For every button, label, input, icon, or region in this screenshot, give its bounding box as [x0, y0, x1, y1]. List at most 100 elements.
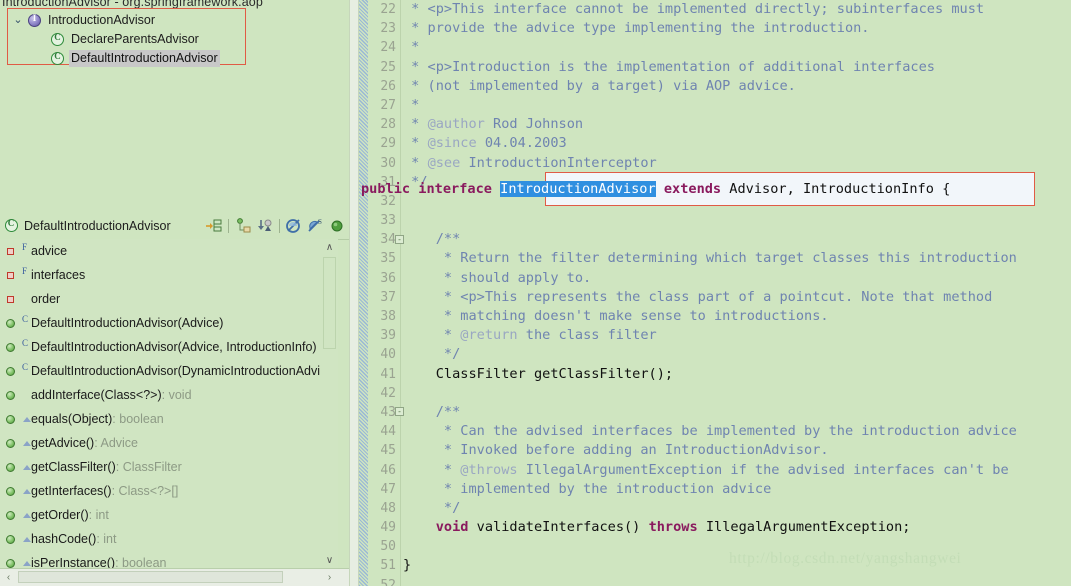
- method-icon: [4, 410, 22, 428]
- member-list-item[interactable]: CDefaultIntroductionAdvisor(Advice, Intr…: [0, 335, 338, 359]
- members-vertical-scrollbar[interactable]: ∧ ∨: [321, 239, 338, 569]
- member-list-item[interactable]: Finterfaces: [0, 263, 338, 287]
- hide-fields-icon[interactable]: [283, 215, 305, 237]
- member-name: hashCode(): [31, 532, 96, 546]
- member-list-item[interactable]: CDefaultIntroductionAdvisor(Advice): [0, 311, 338, 335]
- code-line: *: [401, 96, 1071, 115]
- show-inherited-members-icon[interactable]: [203, 215, 225, 237]
- code-token: * (not implemented by a target) via AOP …: [403, 78, 796, 94]
- line-number: 35: [368, 249, 400, 268]
- member-list-item[interactable]: getClassFilter() : ClassFilter: [0, 455, 338, 479]
- code-token: * <p>Introduction is the implementation …: [403, 59, 935, 75]
- member-list-item[interactable]: getOrder() : int: [0, 503, 338, 527]
- line-number: 49: [368, 518, 400, 537]
- member-type: : boolean: [112, 412, 163, 426]
- field-icon: [4, 290, 22, 308]
- method-icon: [4, 314, 22, 332]
- code-line: void validateInterfaces() throws Illegal…: [401, 518, 1071, 537]
- code-line: * @see IntroductionInterceptor: [401, 154, 1071, 173]
- code-line: [401, 211, 1071, 230]
- code-line: * should apply to.: [401, 269, 1071, 288]
- chevron-down-icon[interactable]: ⌄: [10, 11, 26, 30]
- overrides-marker-icon: [22, 506, 31, 524]
- code-token: [403, 519, 436, 535]
- code-token: *: [403, 327, 460, 343]
- code-token: *: [403, 116, 428, 132]
- code-line: *: [401, 38, 1071, 57]
- member-list-item[interactable]: order: [0, 287, 338, 311]
- panel-splitter[interactable]: [349, 0, 359, 586]
- code-token: IllegalArgumentException if the advised …: [518, 462, 1009, 478]
- code-token: void: [436, 519, 469, 535]
- member-list-item[interactable]: hashCode() : int: [0, 527, 338, 551]
- code-token: @throws: [460, 462, 517, 478]
- member-marker-spacer: [22, 386, 31, 404]
- hierarchy-row-label: DeclareParentsAdvisor: [69, 31, 201, 48]
- member-list-item[interactable]: Fadvice: [0, 239, 338, 263]
- code-token: ClassFilter getClassFilter();: [403, 366, 673, 382]
- line-number: 52: [368, 576, 400, 586]
- member-name: order: [31, 292, 60, 306]
- horizontal-scroll-thumb[interactable]: [18, 571, 283, 583]
- member-list-item[interactable]: isPerInstance() : boolean: [0, 551, 338, 569]
- line-number: 50: [368, 537, 400, 556]
- code-line: ClassFilter getClassFilter();: [401, 365, 1071, 384]
- code-editor[interactable]: 22232425262728293031323334-3536373839404…: [359, 0, 1071, 586]
- hierarchy-row[interactable]: DeclareParentsAdvisor: [10, 30, 201, 49]
- member-type: : Class<?>[]: [112, 484, 179, 498]
- scroll-left-icon[interactable]: ‹: [0, 569, 17, 585]
- line-number: 44: [368, 422, 400, 441]
- member-list-item[interactable]: equals(Object) : boolean: [0, 407, 338, 431]
- member-list-item[interactable]: addInterface(Class<?>) : void: [0, 383, 338, 407]
- scroll-down-icon[interactable]: ∨: [321, 552, 338, 569]
- selected-identifier[interactable]: IntroductionAdvisor: [500, 181, 656, 197]
- method-icon: [4, 530, 22, 548]
- scroll-right-icon[interactable]: ›: [321, 569, 338, 585]
- class-icon: [49, 50, 66, 67]
- editor-code-area[interactable]: * <p>This interface cannot be implemente…: [401, 0, 1071, 586]
- code-token: @author: [428, 116, 485, 132]
- code-line: * @author Rod Johnson: [401, 115, 1071, 134]
- hide-non-public-icon[interactable]: [327, 215, 349, 237]
- member-name: getOrder(): [31, 508, 89, 522]
- overrides-marker-icon: [22, 530, 31, 548]
- line-number: 37: [368, 288, 400, 307]
- code-line: [401, 576, 1071, 586]
- vertical-scroll-thumb[interactable]: [323, 257, 336, 349]
- watermark-text: http://blog.csdn.net/yangshangwei: [729, 550, 961, 568]
- hierarchy-row[interactable]: ⌄IntroductionAdvisor: [10, 11, 157, 30]
- scroll-up-icon[interactable]: ∧: [321, 239, 338, 256]
- code-token: * <p>This interface cannot be implemente…: [403, 1, 984, 17]
- member-list-item[interactable]: CDefaultIntroductionAdvisor(DynamicIntro…: [0, 359, 338, 383]
- members-horizontal-scrollbar[interactable]: ‹ ›: [0, 568, 355, 586]
- overrides-marker-icon: [22, 410, 31, 428]
- member-list-item[interactable]: getInterfaces() : Class<?>[]: [0, 479, 338, 503]
- sort-members-icon[interactable]: [232, 215, 254, 237]
- overrides-marker-icon: [22, 434, 31, 452]
- line-number: 36: [368, 269, 400, 288]
- interface-declaration-line[interactable]: public interface IntroductionAdvisor ext…: [359, 172, 950, 206]
- code-line: * Can the advised interfaces be implemen…: [401, 422, 1071, 441]
- members-list[interactable]: FadviceFinterfaces order CDefaultIntroduct…: [0, 239, 338, 569]
- method-icon: [4, 506, 22, 524]
- ide-window: IntroductionAdvisor - org.springframewor…: [0, 0, 1071, 586]
- method-icon: [4, 362, 22, 380]
- show-static-members-icon[interactable]: [254, 215, 276, 237]
- code-line: * provide the advice type implementing t…: [401, 19, 1071, 38]
- code-line: * <p>Introduction is the implementation …: [401, 58, 1071, 77]
- line-number: 34-: [368, 230, 400, 249]
- class-icon: [0, 219, 22, 232]
- method-icon: [4, 458, 22, 476]
- hierarchy-row-label: DefaultIntroductionAdvisor: [69, 50, 220, 67]
- code-line: */: [401, 499, 1071, 518]
- hierarchy-row[interactable]: DefaultIntroductionAdvisor: [10, 49, 220, 68]
- editor-line-number-gutter: 22232425262728293031323334-3536373839404…: [368, 0, 401, 586]
- code-line: * @throws IllegalArgumentException if th…: [401, 461, 1071, 480]
- code-token: @since: [428, 135, 477, 151]
- member-list-item[interactable]: getAdvice() : Advice: [0, 431, 338, 455]
- code-token: */: [403, 500, 460, 516]
- line-number: 51: [368, 556, 400, 575]
- code-token: * Can the advised interfaces be implemen…: [403, 423, 1017, 439]
- hide-static-members-icon[interactable]: S: [305, 215, 327, 237]
- members-toolbar[interactable]: S: [203, 212, 349, 239]
